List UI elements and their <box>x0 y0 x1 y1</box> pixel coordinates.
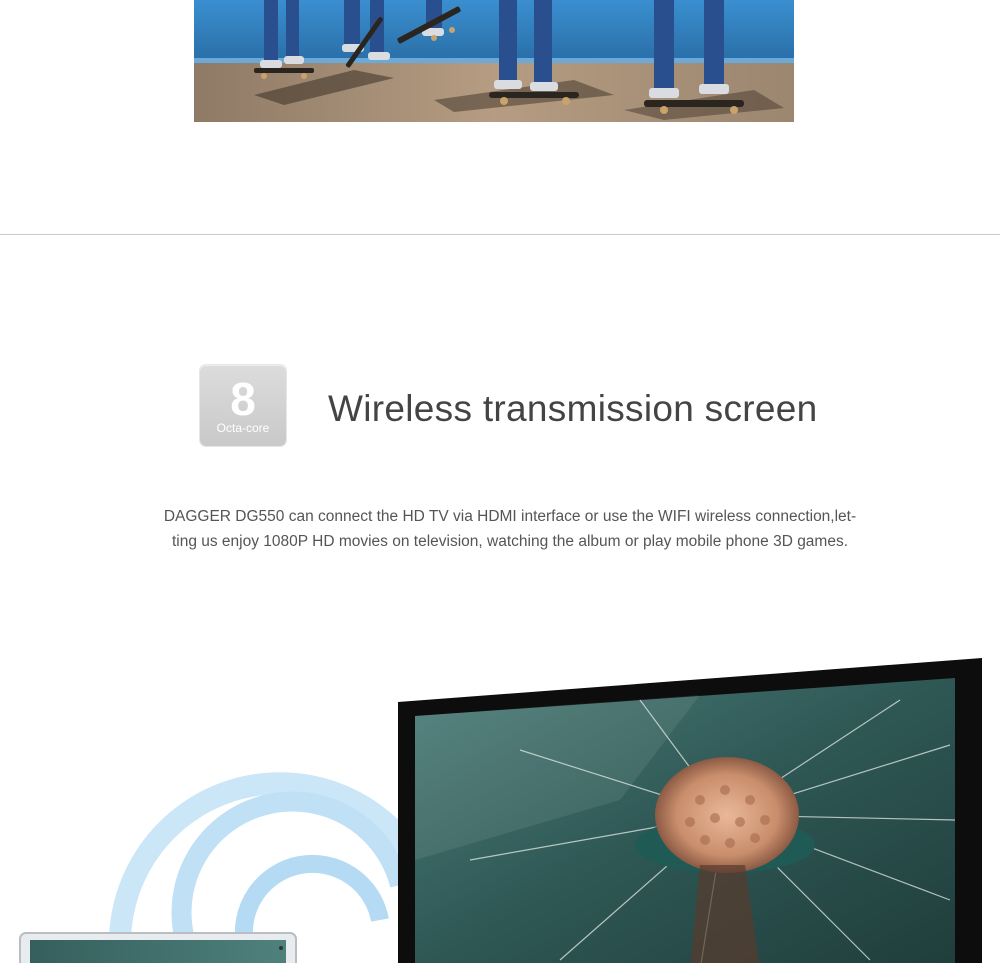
badge-caption: Octa-core <box>216 421 270 435</box>
wireless-scene <box>0 640 1000 963</box>
section-description: DAGGER DG550 can connect the HD TV via H… <box>130 504 890 554</box>
skateboarders-photo <box>194 0 794 122</box>
octa-core-badge: 8 Octa-core <box>200 365 286 446</box>
tv-illustration <box>398 658 982 963</box>
badge-number: 8 <box>230 373 256 425</box>
section-divider <box>0 234 1000 235</box>
wifi-waves-icon <box>109 772 419 947</box>
section-title: Wireless transmission screen <box>328 388 818 429</box>
description-line: ting us enjoy 1080P HD movies on televis… <box>171 533 849 550</box>
description-line: DAGGER DG550 can connect the HD TV via H… <box>163 508 857 525</box>
phone-illustration <box>19 932 297 963</box>
